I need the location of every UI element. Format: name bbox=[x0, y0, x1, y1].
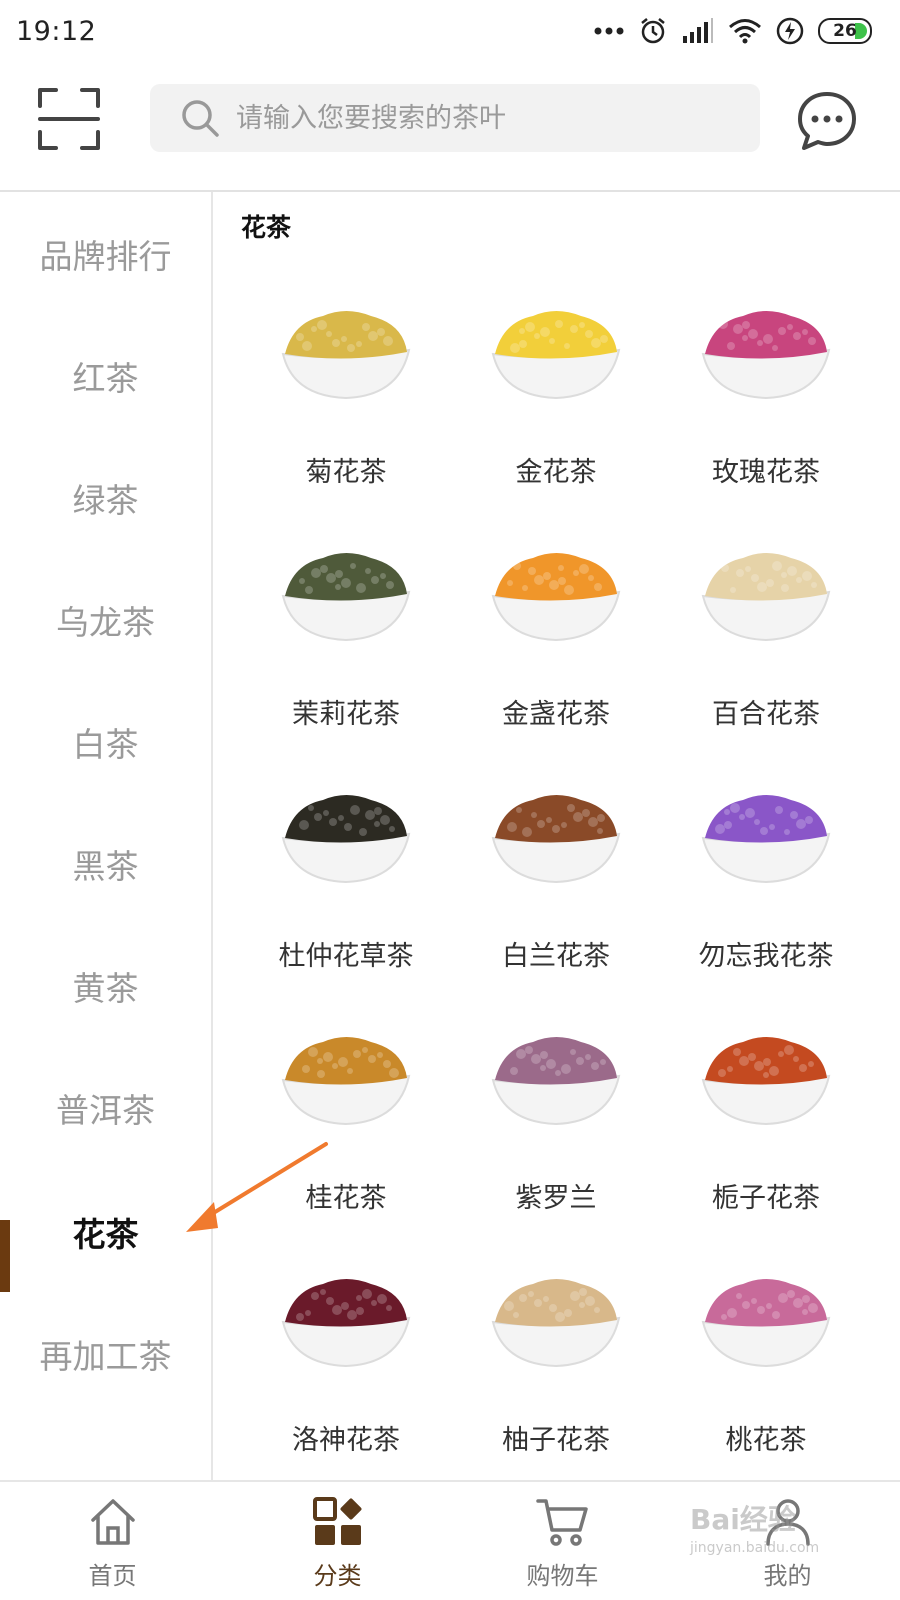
cart-icon bbox=[535, 1499, 588, 1546]
status-time: 19:12 bbox=[16, 15, 97, 47]
product-item[interactable]: 桂花茶 bbox=[241, 1018, 451, 1260]
sidebar-item-label: 黄茶 bbox=[72, 969, 139, 1008]
product-item[interactable]: 茉莉花茶 bbox=[241, 534, 451, 776]
product-item[interactable]: 紫罗兰 bbox=[451, 1018, 661, 1260]
sidebar-item-label: 再加工茶 bbox=[39, 1337, 172, 1376]
sidebar-item-oolong-tea[interactable]: 乌龙茶 bbox=[0, 580, 211, 660]
product-image bbox=[481, 1260, 631, 1380]
message-icon[interactable] bbox=[796, 90, 858, 152]
tab-label: 首页 bbox=[88, 1562, 137, 1590]
tab-label: 分类 bbox=[313, 1562, 362, 1590]
sidebar-item-label: 品牌排行 bbox=[39, 237, 172, 276]
product-image bbox=[271, 1018, 421, 1138]
battery-icon: 26 bbox=[818, 18, 872, 44]
product-item[interactable]: 勿忘我花茶 bbox=[661, 776, 871, 1018]
header bbox=[0, 62, 900, 190]
sidebar-item-brand-ranking[interactable]: 品牌排行 bbox=[0, 214, 211, 294]
signal-icon bbox=[683, 18, 713, 43]
bottom-tab-bar: 首页 分类 购物车 我的 bbox=[0, 1480, 900, 1600]
product-item[interactable]: 杜仲花草茶 bbox=[241, 776, 451, 1018]
product-name: 紫罗兰 bbox=[515, 1183, 597, 1214]
product-name: 玫瑰花茶 bbox=[712, 457, 820, 488]
wifi-icon bbox=[729, 19, 761, 44]
product-item[interactable]: 百合花茶 bbox=[661, 534, 871, 776]
tab-home[interactable]: 首页 bbox=[0, 1482, 225, 1600]
search-input[interactable] bbox=[236, 102, 736, 134]
charging-icon bbox=[776, 17, 804, 45]
tab-profile[interactable]: 我的 bbox=[675, 1482, 900, 1600]
home-icon bbox=[90, 1499, 135, 1545]
status-bar: 19:12 26 bbox=[0, 0, 900, 62]
product-item[interactable]: 金花茶 bbox=[451, 292, 661, 534]
product-image bbox=[691, 1018, 841, 1138]
sidebar-item-label: 乌龙茶 bbox=[56, 603, 155, 642]
tab-category[interactable]: 分类 bbox=[225, 1482, 450, 1600]
product-name: 栀子花茶 bbox=[712, 1183, 820, 1214]
product-name: 金盏花茶 bbox=[502, 699, 610, 730]
sidebar-item-label: 花茶 bbox=[72, 1215, 139, 1254]
product-name: 杜仲花草茶 bbox=[278, 941, 414, 972]
tab-label: 我的 bbox=[763, 1562, 812, 1590]
alarm-icon bbox=[641, 18, 665, 44]
sidebar-item-label: 普洱茶 bbox=[56, 1091, 155, 1130]
search-icon bbox=[182, 100, 219, 137]
product-name: 茉莉花茶 bbox=[292, 699, 400, 730]
product-name: 白兰花茶 bbox=[502, 941, 610, 972]
section-title: 花茶 bbox=[241, 213, 292, 242]
sidebar-item-label: 绿茶 bbox=[72, 481, 139, 520]
sidebar-item-flower-tea[interactable]: 花茶 bbox=[0, 1192, 211, 1272]
product-item[interactable]: 洛神花茶 bbox=[241, 1260, 451, 1480]
product-image bbox=[481, 292, 631, 412]
product-name: 桃花茶 bbox=[725, 1425, 807, 1456]
product-image bbox=[271, 292, 421, 412]
scan-icon[interactable] bbox=[38, 88, 100, 150]
sidebar-item-puer-tea[interactable]: 普洱茶 bbox=[0, 1068, 211, 1148]
product-item[interactable]: 白兰花茶 bbox=[451, 776, 661, 1018]
sidebar-item-label: 黑茶 bbox=[72, 847, 139, 886]
product-grid: 菊花茶 金花茶 玫瑰花茶茉莉花茶 金盏花茶 百合花茶杜仲花草茶 白兰花茶 勿忘我花茶桂花茶 紫… bbox=[241, 292, 881, 1480]
product-image bbox=[691, 534, 841, 654]
product-image bbox=[691, 776, 841, 896]
category-icon bbox=[312, 1497, 361, 1545]
more-dots-icon bbox=[594, 27, 624, 35]
product-name: 菊花茶 bbox=[305, 457, 387, 488]
product-image bbox=[691, 1260, 841, 1380]
product-item[interactable]: 栀子花茶 bbox=[661, 1018, 871, 1260]
sidebar-item-yellow-tea[interactable]: 黄茶 bbox=[0, 946, 211, 1026]
sidebar-item-green-tea[interactable]: 绿茶 bbox=[0, 458, 211, 538]
product-item[interactable]: 柚子花茶 bbox=[451, 1260, 661, 1480]
sidebar-item-black-tea[interactable]: 红茶 bbox=[0, 336, 211, 416]
product-image bbox=[271, 1260, 421, 1380]
sidebar-item-reprocessed-tea[interactable]: 再加工茶 bbox=[0, 1314, 211, 1394]
category-sidebar: 品牌排行 红茶 绿茶 乌龙茶 白茶 黑茶 黄茶 普洱茶 花茶 再加工茶 bbox=[0, 192, 213, 1480]
product-name: 勿忘我花茶 bbox=[698, 941, 834, 972]
product-name: 金花茶 bbox=[515, 457, 597, 488]
product-image bbox=[271, 776, 421, 896]
product-panel: 花茶 菊花茶 金花茶 玫瑰花茶茉莉花茶 金盏花茶 百合花茶杜仲花草茶 白兰花茶 勿忘我花茶桂… bbox=[213, 192, 900, 1480]
battery-level: 26 bbox=[833, 21, 857, 41]
active-indicator bbox=[0, 1220, 10, 1292]
product-name: 百合花茶 bbox=[712, 699, 820, 730]
sidebar-item-dark-tea[interactable]: 黑茶 bbox=[0, 824, 211, 904]
product-item[interactable]: 桃花茶 bbox=[661, 1260, 871, 1480]
tab-label: 购物车 bbox=[526, 1562, 599, 1590]
sidebar-item-white-tea[interactable]: 白茶 bbox=[0, 702, 211, 782]
profile-icon bbox=[765, 1499, 810, 1546]
product-name: 桂花茶 bbox=[305, 1183, 387, 1214]
product-name: 柚子花茶 bbox=[502, 1425, 610, 1456]
product-image bbox=[271, 534, 421, 654]
status-icons: 26 bbox=[594, 16, 872, 46]
tab-cart[interactable]: 购物车 bbox=[450, 1482, 675, 1600]
sidebar-item-label: 红茶 bbox=[72, 359, 139, 398]
product-image bbox=[691, 292, 841, 412]
product-item[interactable]: 玫瑰花茶 bbox=[661, 292, 871, 534]
product-item[interactable]: 金盏花茶 bbox=[451, 534, 661, 776]
product-image bbox=[481, 776, 631, 896]
product-name: 洛神花茶 bbox=[292, 1425, 400, 1456]
product-image bbox=[481, 1018, 631, 1138]
product-item[interactable]: 菊花茶 bbox=[241, 292, 451, 534]
product-image bbox=[481, 534, 631, 654]
search-bar[interactable] bbox=[150, 84, 760, 152]
sidebar-item-label: 白茶 bbox=[72, 725, 139, 764]
